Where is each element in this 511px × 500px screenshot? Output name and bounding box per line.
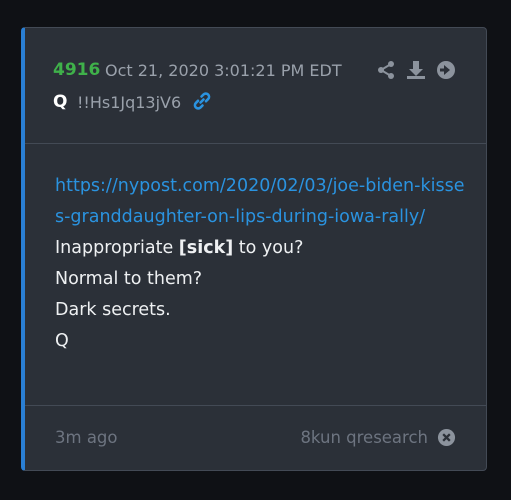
share-icon[interactable] [376, 60, 396, 80]
post-link[interactable]: https://nypost.com/2020/02/03/joe-biden-… [55, 171, 466, 233]
post-line: Dark secrets. [55, 300, 171, 320]
post-footer: 3m ago 8kun qresearch [25, 405, 486, 470]
post-actions [376, 60, 456, 80]
post-author: Q [53, 92, 68, 112]
download-icon[interactable] [406, 60, 426, 80]
post-age: 3m ago [55, 428, 118, 447]
link-icon[interactable] [192, 91, 212, 111]
post-header: 4916 Oct 21, 2020 3:01:21 PM EDT Q !!Hs1… [25, 28, 486, 144]
close-circle-icon[interactable] [437, 428, 456, 447]
post-body: https://nypost.com/2020/02/03/joe-biden-… [55, 171, 466, 357]
arrow-right-circle-icon[interactable] [436, 60, 456, 80]
post-timestamp: Oct 21, 2020 3:01:21 PM EDT [105, 61, 342, 80]
post-number[interactable]: 4916 [53, 60, 100, 80]
post-line: Inappropriate [sick] to you? [55, 238, 304, 258]
post-signature: Q [55, 331, 69, 351]
post-source[interactable]: 8kun qresearch [300, 428, 428, 447]
post-tripcode: !!Hs1Jq13jV6 [77, 93, 182, 112]
post-line: Normal to them? [55, 269, 203, 289]
post-card: 4916 Oct 21, 2020 3:01:21 PM EDT Q !!Hs1… [21, 27, 487, 471]
